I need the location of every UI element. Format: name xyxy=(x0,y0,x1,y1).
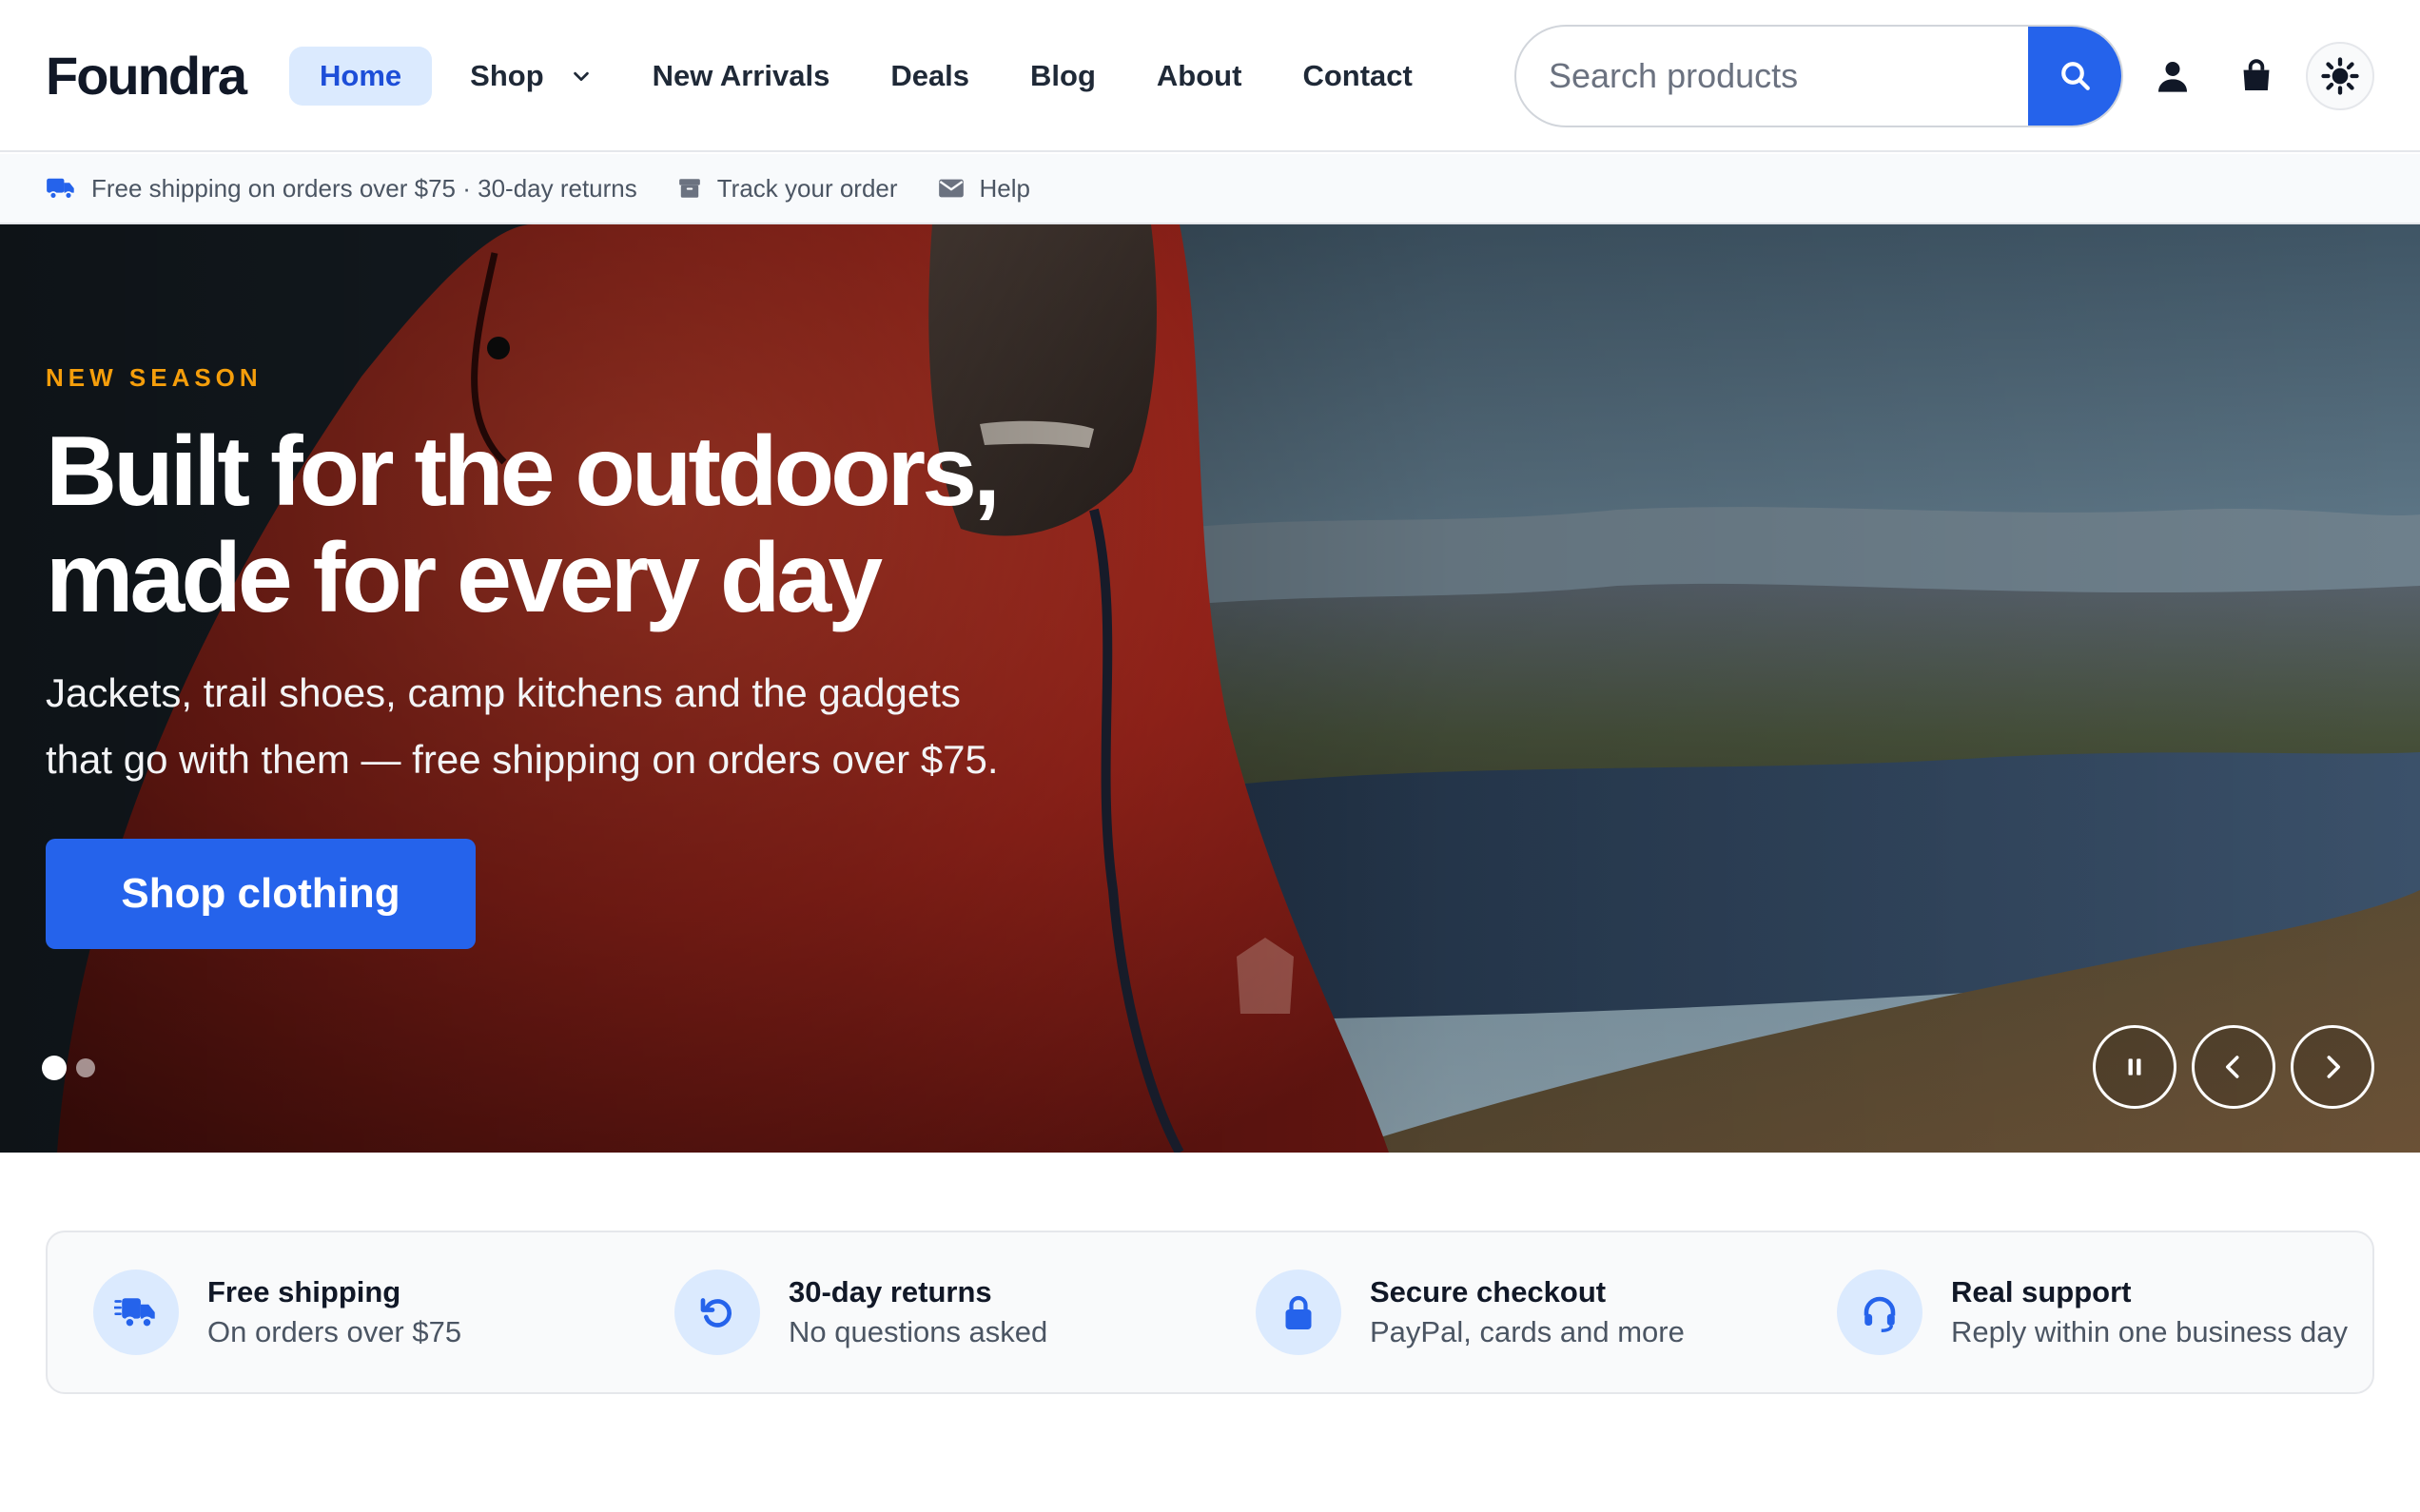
track-order-link[interactable]: Track your order xyxy=(677,174,898,204)
chevron-down-icon xyxy=(573,71,589,82)
sun-icon xyxy=(2321,57,2359,95)
nav-item-new-arrivals[interactable]: New Arrivals xyxy=(622,47,861,106)
feature-subtitle: Reply within one business day xyxy=(1951,1315,2349,1348)
feature-title: Secure checkout xyxy=(1370,1275,1607,1308)
feature-icon-wrap xyxy=(1256,1270,1341,1355)
nav-item-blog[interactable]: Blog xyxy=(1000,47,1126,106)
logo[interactable]: Foundra xyxy=(46,44,247,108)
nav-item-about[interactable]: About xyxy=(1126,47,1273,106)
feature-free-shipping: Free shipping On orders over $75 xyxy=(48,1232,629,1392)
hero-carousel: NEW SEASON Built for the outdoors, made … xyxy=(0,224,2420,1153)
feature-returns: 30-day returns No questions asked xyxy=(629,1232,1210,1392)
search-button[interactable] xyxy=(2028,27,2121,126)
track-order-label: Track your order xyxy=(716,173,898,203)
feature-subtitle: PayPal, cards and more xyxy=(1370,1315,1685,1348)
feature-title: Free shipping xyxy=(207,1275,401,1308)
utility-bar: Free shipping on orders over $75 · 30-da… xyxy=(0,154,2420,224)
feature-strip: Free shipping On orders over $75 30-day … xyxy=(46,1231,2374,1394)
search-icon xyxy=(2061,62,2090,90)
chevron-right-icon xyxy=(2327,1056,2340,1078)
feature-real-support: Real support Reply within one business d… xyxy=(1791,1232,2372,1392)
hero-subtext: Jackets, trail shoes, camp kitchens and … xyxy=(46,660,1168,793)
next-slide-button[interactable] xyxy=(2291,1025,2374,1109)
feature-icon-wrap xyxy=(674,1270,760,1355)
help-label: Help xyxy=(979,173,1031,203)
box-icon xyxy=(678,179,700,198)
feature-icon-wrap xyxy=(93,1270,179,1355)
shopping-bag-icon xyxy=(2243,59,2270,91)
headset-icon xyxy=(1864,1296,1896,1332)
shop-clothing-button[interactable]: Shop clothing xyxy=(46,839,476,949)
hero-subtext-line2: that go with them — free shipping on ord… xyxy=(46,737,999,782)
search-bar xyxy=(1514,25,2123,127)
carousel-dot-2[interactable] xyxy=(76,1058,95,1077)
feature-title: 30-day returns xyxy=(789,1275,992,1308)
lock-icon xyxy=(1285,1295,1312,1329)
shipping-notice: Free shipping on orders over $75 · 30-da… xyxy=(46,174,637,204)
account-button[interactable] xyxy=(2138,42,2207,110)
theme-toggle-button[interactable] xyxy=(2306,42,2374,110)
nav-item-contact[interactable]: Contact xyxy=(1272,47,1442,106)
feature-subtitle: On orders over $75 xyxy=(207,1315,462,1348)
carousel-dot-1[interactable] xyxy=(42,1056,67,1080)
cart-button[interactable] xyxy=(2222,42,2291,110)
nav-item-home[interactable]: Home xyxy=(289,47,433,106)
pause-button[interactable] xyxy=(2093,1025,2176,1109)
previous-slide-button[interactable] xyxy=(2192,1025,2275,1109)
user-icon xyxy=(2158,62,2187,92)
hero-headline-line2: made for every day xyxy=(46,523,883,633)
hero-eyebrow: NEW SEASON xyxy=(46,363,263,392)
envelope-icon xyxy=(938,179,964,198)
nav-item-shop[interactable]: Shop xyxy=(439,47,622,106)
help-link[interactable]: Help xyxy=(938,174,1030,204)
carousel-dots xyxy=(42,1056,105,1080)
pause-icon xyxy=(2128,1058,2141,1076)
hero-subtext-line1: Jackets, trail shoes, camp kitchens and … xyxy=(46,670,961,715)
feature-title: Real support xyxy=(1951,1275,2132,1308)
search-input[interactable] xyxy=(1516,27,2030,126)
shipping-notice-text: Free shipping on orders over $75 · 30-da… xyxy=(91,173,637,203)
truck-icon xyxy=(114,1298,155,1328)
truck-icon xyxy=(47,178,74,200)
hero-headline: Built for the outdoors, made for every d… xyxy=(46,418,1187,631)
feature-subtitle: No questions asked xyxy=(789,1315,1048,1348)
nav-item-shop-label: Shop xyxy=(470,59,544,92)
chevron-left-icon xyxy=(2226,1056,2239,1078)
hero-headline-line1: Built for the outdoors, xyxy=(46,417,1001,527)
feature-icon-wrap xyxy=(1837,1270,1922,1355)
nav-item-deals[interactable]: Deals xyxy=(860,47,1000,106)
feature-secure-checkout: Secure checkout PayPal, cards and more xyxy=(1210,1232,1791,1392)
returns-icon xyxy=(700,1298,732,1328)
site-header: Foundra Home Shop New Arrivals Deals Blo… xyxy=(0,0,2420,152)
main-nav: Home Shop New Arrivals Deals Blog About … xyxy=(289,46,1443,107)
